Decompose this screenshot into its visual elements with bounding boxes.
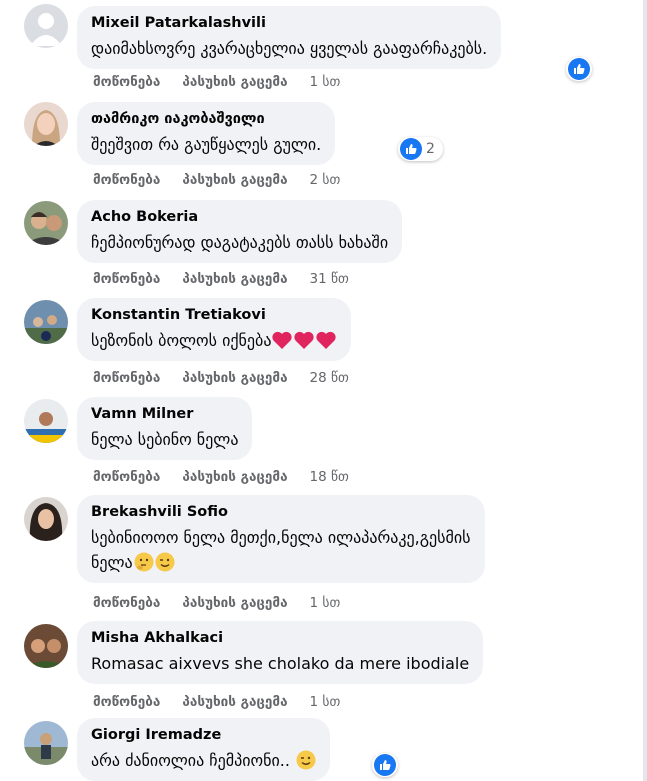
comment-author[interactable]: Brekashvili Sofio [91, 503, 471, 522]
comment-text: Romasac aixvevs she cholako da mere ibod… [91, 654, 470, 673]
comment-time[interactable]: 31 წთ [310, 271, 349, 289]
comment-text: სეზონის ბოლოს იქნება [91, 330, 337, 352]
comment-bubble: Giorgi Iremadze არა ძანიოლია ჩემპიონი.. [77, 718, 330, 781]
scrollbar-track[interactable] [643, 0, 647, 781]
comment-actions: მოწონება პასუხის გაცემა 2 სთ [93, 172, 340, 190]
reply-button[interactable]: პასუხის გაცემა [182, 172, 287, 190]
comment-author[interactable]: Acho Bokeria [91, 208, 388, 227]
reaction-badge[interactable] [566, 57, 592, 81]
comment-time[interactable]: 1 სთ [310, 74, 341, 92]
comment-time[interactable]: 28 წთ [310, 370, 349, 388]
comment-time[interactable]: 2 სთ [310, 172, 341, 190]
comment-author[interactable]: Vamn Milner [91, 405, 238, 424]
avatar[interactable] [24, 624, 68, 668]
comment-author[interactable]: თამრიკო იაკობაშვილი [91, 110, 321, 129]
comment-bubble: Vamn Milner ნელა სებინო ნელა [77, 397, 253, 460]
like-button[interactable]: მოწონება [93, 172, 160, 190]
avatar[interactable] [24, 399, 68, 443]
comment-author[interactable]: Konstantin Tretiakovi [91, 306, 337, 325]
reaction-badge[interactable]: 2 [398, 137, 443, 161]
like-button[interactable]: მოწონება [93, 595, 160, 613]
comment-bubble: თამრიკო იაკობაშვილი შეეშვით რა გაუწყალეს… [77, 102, 336, 165]
reply-button[interactable]: პასუხის გაცემა [182, 74, 287, 92]
like-reaction-icon [568, 58, 590, 80]
comment-time[interactable]: 1 სთ [310, 595, 341, 613]
comment-actions: მოწონება პასუხის გაცემა 1 სთ [93, 694, 340, 712]
comment-bubble: Misha Akhalkaci Romasac aixvevs she chol… [77, 621, 484, 684]
comment-actions: მოწონება პასუხის გაცემა 31 წთ [93, 271, 349, 289]
comment-actions: მოწონება პასუხის გაცემა 1 სთ [93, 74, 340, 92]
comment-actions: მოწონება პასუხის გაცემა 1 სთ [93, 595, 340, 613]
avatar[interactable] [24, 102, 68, 146]
comment-text: არა ძანიოლია ჩემპიონი.. [91, 750, 316, 772]
reply-button[interactable]: პასუხის გაცემა [182, 271, 287, 289]
comment-actions: მოწონება პასუხის გაცემა 18 წთ [93, 469, 349, 487]
comment-bubble: Brekashvili Sofio სებინიოოო ნელა მეთქი,ნ… [77, 495, 485, 583]
avatar[interactable] [24, 721, 68, 765]
avatar[interactable] [24, 300, 68, 344]
avatar[interactable] [24, 497, 68, 541]
like-button[interactable]: მოწონება [93, 469, 160, 487]
heart-icon [316, 331, 337, 349]
comment-actions: მოწონება პასუხის გაცემა 28 წთ [93, 370, 349, 388]
reply-button[interactable]: პასუხის გაცემა [182, 694, 287, 712]
comment-text: ჩემპიონურად დაგატაკებს თასს ხახაში [91, 233, 389, 252]
comment-text-content: არა ძანიოლია ჩემპიონი.. [91, 751, 290, 770]
like-button[interactable]: მოწონება [93, 74, 160, 92]
winking-face-icon [296, 750, 316, 770]
reply-button[interactable]: პასუხის გაცემა [182, 595, 287, 613]
winking-face-icon [155, 552, 175, 572]
heart-icon [272, 331, 293, 349]
avatar[interactable] [24, 201, 68, 245]
comment-text-content: სეზონის ბოლოს იქნება [91, 331, 272, 350]
comment-text: სებინიოოო ნელა მეთქი,ნელა ილაპარაკე,გესმ… [91, 528, 471, 547]
comment-author[interactable]: Mixeil Patarkalashvili [91, 14, 487, 33]
like-reaction-icon [400, 138, 422, 160]
reply-button[interactable]: პასუხის გაცემა [182, 469, 287, 487]
heart-icon [294, 331, 315, 349]
comment-text: დაიმახსოვრე კვარაცხელია ყველას გააფარჩაკ… [91, 39, 488, 58]
reply-button[interactable]: პასუხის გაცემა [182, 370, 287, 388]
comment-time[interactable]: 1 სთ [310, 694, 341, 712]
thinking-face-icon [134, 552, 154, 572]
comment-text-content: ნელა [91, 553, 133, 572]
like-button[interactable]: მოწონება [93, 370, 160, 388]
comment-time[interactable]: 18 წთ [310, 469, 349, 487]
comment-author[interactable]: Misha Akhalkaci [91, 629, 469, 648]
comments-list: Mixeil Patarkalashvili დაიმახსოვრე კვარა… [0, 0, 647, 781]
reaction-badge[interactable] [372, 753, 398, 777]
comment-text: ნელა სებინო ნელა [91, 430, 239, 449]
comment-bubble: Acho Bokeria ჩემპიონურად დაგატაკებს თასს… [77, 200, 403, 263]
comment-author[interactable]: Giorgi Iremadze [91, 726, 316, 745]
reaction-count: 2 [426, 141, 435, 157]
comment-bubble: Mixeil Patarkalashvili დაიმახსოვრე კვარა… [77, 6, 502, 69]
like-button[interactable]: მოწონება [93, 694, 160, 712]
like-reaction-icon [374, 754, 396, 776]
like-button[interactable]: მოწონება [93, 271, 160, 289]
comment-bubble: Konstantin Tretiakovi სეზონის ბოლოს იქნე… [77, 298, 352, 361]
comment-text: შეეშვით რა გაუწყალეს გული. [91, 135, 322, 154]
avatar[interactable] [24, 4, 68, 48]
comment-text-line2: ნელა [91, 552, 471, 574]
